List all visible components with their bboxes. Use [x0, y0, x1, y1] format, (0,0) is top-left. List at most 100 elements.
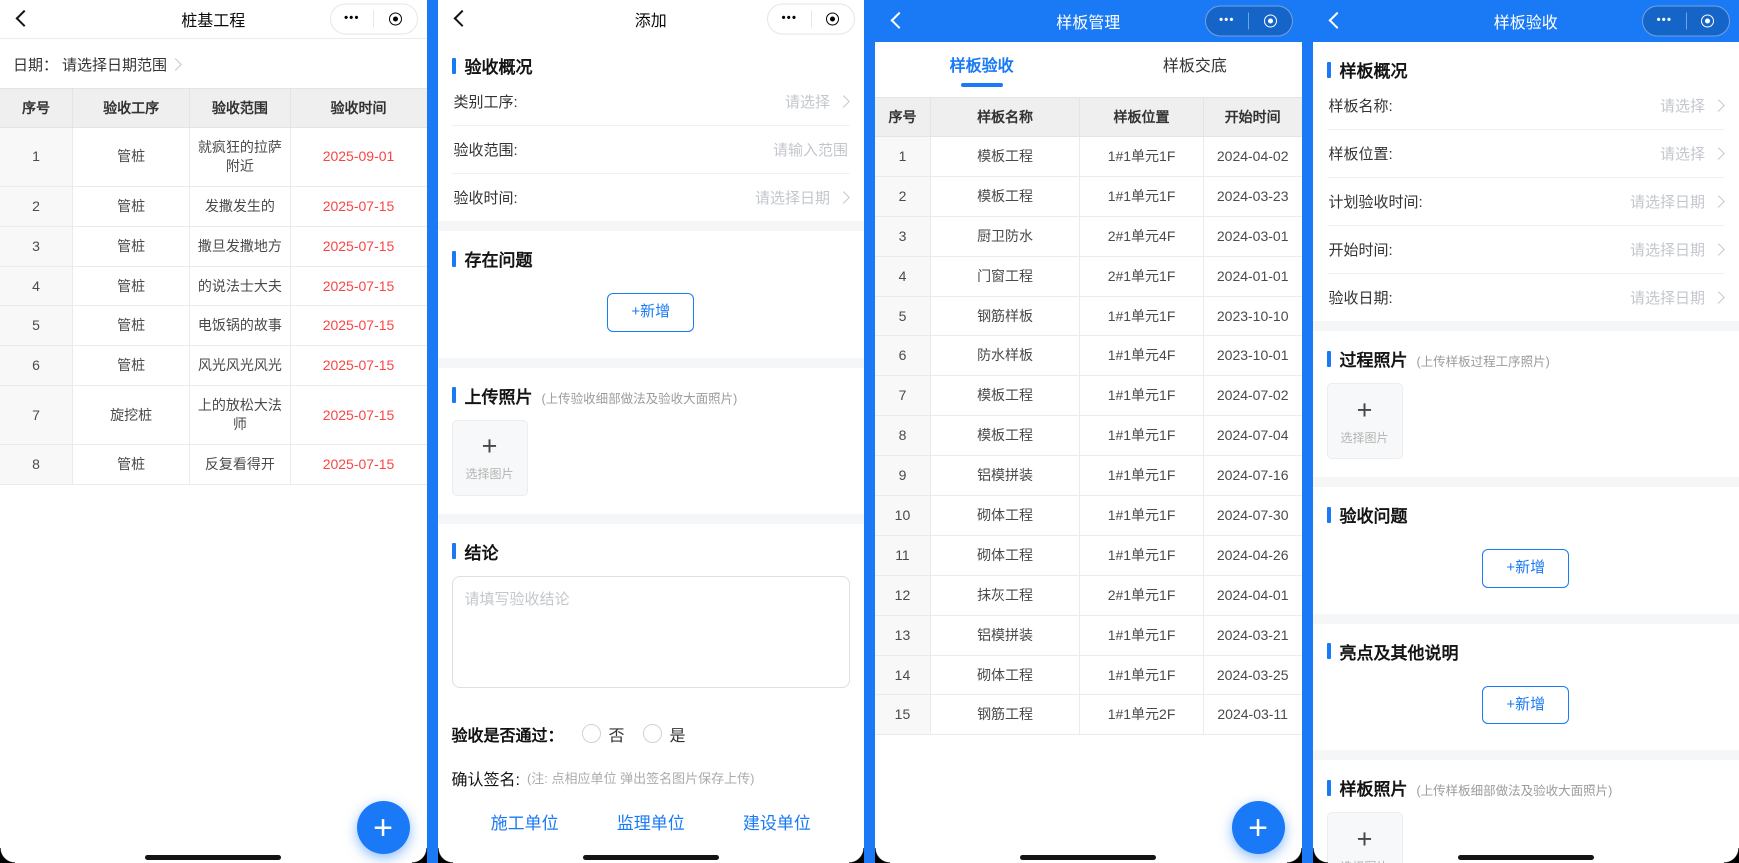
ellipsis-icon: ••• — [1656, 13, 1672, 29]
table-row[interactable]: 6管桩风光风光风光2025-07-15 — [0, 346, 427, 386]
table-row[interactable]: 11砌体工程1#1单元1F2024-04-26 — [875, 535, 1302, 575]
section-title: 亮点及其他说明 — [1340, 639, 1459, 664]
table-row[interactable]: 14砌体工程1#1单元1F2024-03-25 — [875, 655, 1302, 695]
table-cell: 风光风光风光 — [190, 346, 290, 386]
table-row[interactable]: 3厨卫防水2#1单元4F2024-03-01 — [875, 216, 1302, 256]
back-icon[interactable] — [16, 10, 33, 27]
home-indicator — [145, 855, 281, 860]
choose-image-tile[interactable]: + 选择图片 — [452, 420, 528, 496]
table-row[interactable]: 10砌体工程1#1单元1F2024-07-30 — [875, 496, 1302, 536]
tab-sample-acceptance[interactable]: 样板验收 — [875, 42, 1088, 97]
table-row[interactable]: 1管桩就疯狂的拉萨附近2025-09-01 — [0, 128, 427, 187]
table-row[interactable]: 12抹灰工程2#1单元1F2024-04-01 — [875, 575, 1302, 615]
table-cell: 2024-03-21 — [1203, 615, 1301, 655]
more-menu-button[interactable]: ••• — [331, 5, 374, 34]
more-menu-button[interactable]: ••• — [768, 5, 811, 34]
back-icon[interactable] — [1328, 12, 1345, 29]
tab-active-underline — [961, 83, 1003, 87]
choose-image-tile[interactable]: + 选择图片 — [1327, 383, 1403, 459]
field-acceptance-time[interactable]: 验收时间: 请选择日期 — [452, 174, 851, 221]
table-cell: 模板工程 — [930, 176, 1079, 216]
capsule-menu: ••• — [767, 4, 855, 35]
section-title: 上传照片 — [465, 383, 533, 408]
table-row[interactable]: 13铝模拼装1#1单元1F2024-03-21 — [875, 615, 1302, 655]
owner-unit-link[interactable]: 建设单位 — [743, 809, 811, 834]
section-upload-photos: 上传照片 (上传验收细部做法及验收大面照片) + 选择图片 — [438, 368, 865, 496]
minimize-target-button[interactable] — [1249, 7, 1292, 36]
table-cell: 铝模拼装 — [930, 456, 1079, 496]
table-row[interactable]: 15钢筋工程1#1单元2F2024-03-11 — [875, 695, 1302, 735]
add-issue-button[interactable]: +新增 — [1482, 549, 1569, 588]
field-acceptance-date[interactable]: 验收日期: 请选择日期 — [1327, 274, 1726, 321]
table-row[interactable]: 8管桩反复看得开2025-07-15 — [0, 445, 427, 485]
conclusion-textarea[interactable] — [452, 576, 851, 688]
add-problem-button[interactable]: +新增 — [607, 293, 694, 332]
minimize-target-button[interactable] — [1687, 7, 1730, 36]
table-cell: 9 — [875, 456, 930, 496]
table-cell: 1#1单元1F — [1080, 456, 1204, 496]
add-sample-fab[interactable]: + — [1232, 801, 1285, 854]
target-icon — [1701, 15, 1714, 28]
field-placeholder: 请选择 — [1660, 143, 1705, 164]
back-icon[interactable] — [891, 12, 908, 29]
construction-unit-link[interactable]: 施工单位 — [491, 809, 559, 834]
section-separator — [438, 514, 865, 524]
table-row[interactable]: 9铝模拼装1#1单元1F2024-07-16 — [875, 456, 1302, 496]
signature-note: (注: 点相应单位 弹出签名图片保存上传) — [527, 768, 755, 787]
table-cell: 2025-07-15 — [290, 186, 427, 226]
field-sample-location[interactable]: 样板位置: 请选择 — [1327, 130, 1726, 178]
tab-sample-briefing[interactable]: 样板交底 — [1088, 42, 1301, 97]
table-cell: 6 — [0, 346, 73, 386]
table-cell: 2024-04-26 — [1203, 535, 1301, 575]
radio-yes[interactable]: 是 — [643, 722, 686, 746]
add-highlight-button[interactable]: +新增 — [1482, 686, 1569, 725]
table-row[interactable]: 3管桩撒旦发撒地方2025-07-15 — [0, 226, 427, 266]
table-row[interactable]: 8模板工程1#1单元1F2024-07-04 — [875, 416, 1302, 456]
capsule-menu: ••• — [1205, 6, 1293, 37]
table-cell: 门窗工程 — [930, 256, 1079, 296]
date-range-filter[interactable]: 日期： 请选择日期范围 — [0, 39, 427, 88]
table-cell: 10 — [875, 496, 930, 536]
table-row[interactable]: 6防水样板1#1单元4F2023-10-01 — [875, 336, 1302, 376]
table-cell: 2024-01-01 — [1203, 256, 1301, 296]
table-row[interactable]: 7模板工程1#1单元1F2024-07-02 — [875, 376, 1302, 416]
supervision-unit-link[interactable]: 监理单位 — [617, 809, 685, 834]
navbar: 桩基工程 ••• — [0, 0, 427, 39]
table-cell: 2#1单元1F — [1080, 256, 1204, 296]
field-category-process[interactable]: 类别工序: 请选择 — [452, 78, 851, 126]
back-icon[interactable] — [453, 10, 470, 27]
table-row[interactable]: 5管桩电饭锅的故事2025-07-15 — [0, 306, 427, 346]
table-row[interactable]: 1模板工程1#1单元1F2024-04-02 — [875, 137, 1302, 177]
section-title: 存在问题 — [465, 246, 533, 271]
field-sample-name[interactable]: 样板名称: 请选择 — [1327, 82, 1726, 130]
field-acceptance-scope[interactable]: 验收范围: 请输入范围 — [452, 126, 851, 174]
table-cell: 2025-07-15 — [290, 266, 427, 306]
table-row[interactable]: 7旋挖桩上的放松大法师2025-07-15 — [0, 386, 427, 445]
tabs: 样板验收 样板交底 — [875, 42, 1302, 97]
section-accent-bar — [1327, 62, 1331, 78]
table-cell: 2024-03-23 — [1203, 176, 1301, 216]
table-row[interactable]: 4门窗工程2#1单元1F2024-01-01 — [875, 256, 1302, 296]
section-title: 样板照片 — [1340, 775, 1408, 800]
choose-image-label: 选择图片 — [1340, 429, 1388, 446]
more-menu-button[interactable]: ••• — [1206, 7, 1249, 36]
table-row[interactable]: 4管桩的说法士大夫2025-07-15 — [0, 266, 427, 306]
sample-table: 序号 样板名称 样板位置 开始时间 1模板工程1#1单元1F2024-04-02… — [875, 97, 1302, 735]
section-separator — [1313, 750, 1739, 760]
minimize-target-button[interactable] — [374, 5, 417, 34]
table-row[interactable]: 5钢筋样板1#1单元1F2023-10-10 — [875, 296, 1302, 336]
radio-no[interactable]: 否 — [582, 722, 625, 746]
add-record-fab[interactable]: + — [357, 801, 410, 854]
table-row[interactable]: 2模板工程1#1单元1F2024-03-23 — [875, 176, 1302, 216]
table-cell: 1#1单元1F — [1080, 176, 1204, 216]
field-placeholder: 请选择日期 — [1630, 239, 1705, 260]
screen-pile-foundation: 桩基工程 ••• 日期： 请选择日期范围 序号 验收工序 验收范围 验收时间 — [0, 0, 427, 863]
table-cell: 2023-10-10 — [1203, 296, 1301, 336]
table-row[interactable]: 2管桩发撒发生的2025-07-15 — [0, 186, 427, 226]
more-menu-button[interactable]: ••• — [1643, 7, 1686, 36]
field-start-time[interactable]: 开始时间: 请选择日期 — [1327, 226, 1726, 274]
field-planned-acceptance-time[interactable]: 计划验收时间: 请选择日期 — [1327, 178, 1726, 226]
section-separator — [1313, 477, 1739, 487]
choose-image-tile[interactable]: + 选择图片 — [1327, 812, 1403, 863]
minimize-target-button[interactable] — [812, 5, 855, 34]
